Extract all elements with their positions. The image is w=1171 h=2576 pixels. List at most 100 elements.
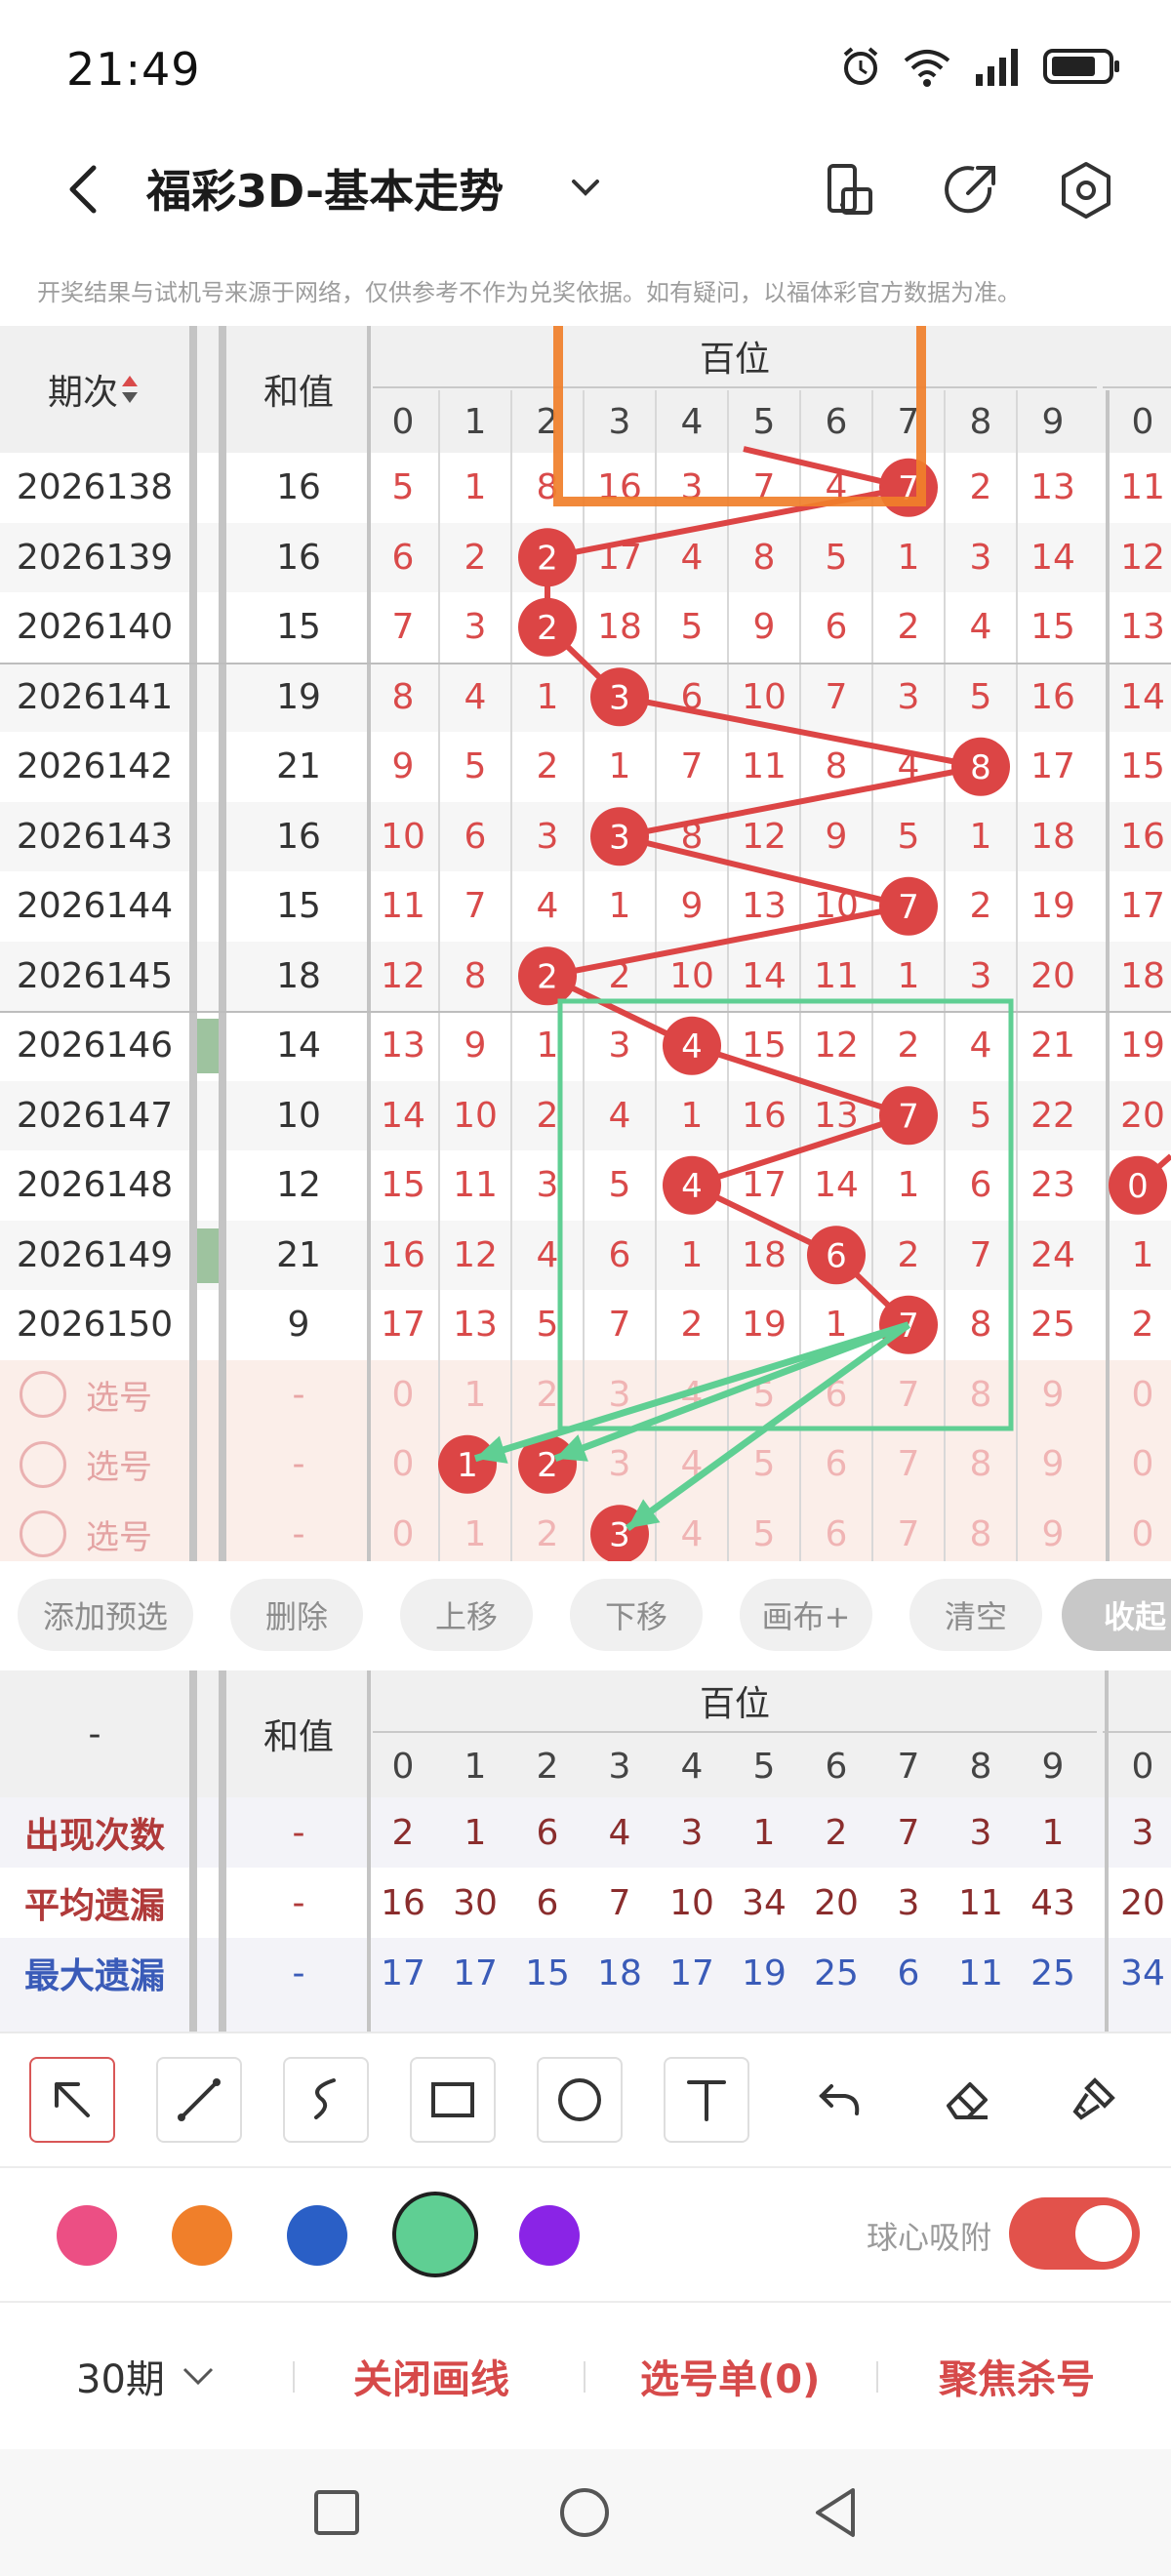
blue-swatch[interactable] xyxy=(287,2205,347,2266)
eraser-tool[interactable] xyxy=(925,2057,1011,2143)
green-swatch-selected[interactable] xyxy=(392,2192,478,2277)
stats-digit-header: 9 xyxy=(1041,1746,1065,1787)
trend-line xyxy=(691,1112,909,1188)
text-tool[interactable] xyxy=(664,2057,749,2143)
move-up-button[interactable]: 上移 xyxy=(400,1579,533,1651)
close-drawing-button[interactable]: 关闭画线 xyxy=(353,2348,509,2404)
circle-icon xyxy=(558,2078,601,2121)
recent-apps-icon[interactable] xyxy=(310,2486,363,2539)
stats-cell: 16 xyxy=(381,1882,425,1923)
alarm-icon xyxy=(843,47,878,85)
stats-cell: 6 xyxy=(897,1952,920,1993)
share-icon[interactable] xyxy=(939,158,1003,222)
cellular-signal-icon xyxy=(976,49,1018,86)
stats-cell: 10 xyxy=(669,1882,714,1923)
action-button-bar: 添加预选 删除 上移 下移 画布+ 清空 收起 xyxy=(0,1561,1171,1669)
number-ball-label: 4 xyxy=(681,1027,703,1067)
stats-digit-header: 2 xyxy=(536,1746,559,1787)
chevron-down-icon[interactable] xyxy=(564,166,607,209)
collapse-button[interactable]: 收起 xyxy=(1062,1579,1171,1651)
number-ball-label: 7 xyxy=(898,1097,919,1136)
trend-line xyxy=(619,833,909,909)
arrow-line[interactable] xyxy=(553,1321,910,1463)
stats-cell: 11 xyxy=(958,1882,1003,1923)
brush-clear-tool[interactable] xyxy=(1050,2057,1136,2143)
trend-line xyxy=(546,903,909,980)
stats-row: 出现次数 -2 1 6 4 3 1 2 7 3 1 3 xyxy=(0,1797,1171,1868)
stats-cell: 2 xyxy=(825,1812,848,1853)
undo-tool[interactable] xyxy=(796,2057,882,2143)
add-preselect-button[interactable]: 添加预选 xyxy=(18,1579,193,1651)
number-ball-label: 0 xyxy=(1127,1167,1149,1206)
stats-cell: 34 xyxy=(742,1882,787,1923)
stats-cell: 19 xyxy=(742,1952,787,1993)
stats-cell: 3 xyxy=(969,1812,992,1853)
number-ball-label: 3 xyxy=(609,1515,630,1554)
line-tool[interactable] xyxy=(156,2057,242,2143)
stats-digit-header: 1 xyxy=(464,1746,487,1787)
stats-cell: 17 xyxy=(669,1952,714,1993)
stats-cell: 3 xyxy=(897,1882,920,1923)
stats-header: - 和值 百位 0 1 2 3 4 5 6 7 8 9 0 xyxy=(0,1670,1171,1797)
stats-cell: 15 xyxy=(525,1952,570,1993)
stats-label: 出现次数 xyxy=(23,1816,165,1856)
clear-button[interactable]: 清空 xyxy=(909,1579,1042,1651)
stats-cell: 25 xyxy=(814,1952,859,1993)
rectangle-icon xyxy=(431,2082,474,2117)
back-arrow-icon[interactable] xyxy=(57,160,115,219)
stats-cell: 30 xyxy=(453,1882,498,1923)
line-icon xyxy=(178,2078,221,2121)
bottom-action-bar: 30期 关闭画线 选号单(0) 聚焦杀号 xyxy=(0,2301,1171,2447)
stats-cell: 11 xyxy=(958,1952,1003,1993)
curve-tool[interactable] xyxy=(283,2057,369,2143)
stats-label: 最大遗漏 xyxy=(23,1956,165,1996)
disclaimer-text: 开奖结果与试机号来源于网络，仅供参考不作为兑奖依据。如有疑问，以福体彩官方数据为… xyxy=(37,279,1021,306)
stats-cell: 17 xyxy=(381,1952,425,1993)
snap-to-center-toggle[interactable] xyxy=(1009,2197,1140,2270)
arrow-line[interactable] xyxy=(473,1321,910,1463)
stats-cell: 43 xyxy=(1030,1882,1075,1923)
stats-table: - 和值 百位 01234567890 出现次数 -2 1 6 4 3 1 2 7 3 1 3 平均遗漏… xyxy=(0,1670,1171,2032)
number-ball-label: 7 xyxy=(898,888,919,927)
stats-cell: 17 xyxy=(453,1952,498,1993)
pink-swatch[interactable] xyxy=(57,2205,117,2266)
stats-cell: 4 xyxy=(608,1812,631,1853)
pointer-tool[interactable] xyxy=(29,2057,115,2143)
home-icon[interactable] xyxy=(556,2484,613,2541)
freehand-icon xyxy=(314,2078,336,2119)
color-picker-bar: 球心吸附 xyxy=(0,2166,1171,2299)
stats-cell: 34 xyxy=(1120,1952,1165,1993)
stats-cell: 25 xyxy=(1030,1952,1075,1993)
stats-digit-header: 8 xyxy=(969,1746,992,1787)
stats-sum-header: 和值 xyxy=(262,1717,334,1757)
move-down-button[interactable]: 下移 xyxy=(570,1579,703,1651)
stats-digit-header: 0 xyxy=(1131,1746,1154,1787)
status-icons xyxy=(839,45,1122,88)
back-icon[interactable] xyxy=(808,2484,865,2541)
stats-digit-header: 5 xyxy=(752,1746,776,1787)
orange-swatch[interactable] xyxy=(172,2205,232,2266)
number-ball-label: 4 xyxy=(681,1167,703,1206)
number-ball-label: 3 xyxy=(609,818,630,857)
stats-cell: 3 xyxy=(1131,1812,1154,1853)
stats-cell: 1 xyxy=(1041,1812,1065,1853)
circle-tool[interactable] xyxy=(537,2057,623,2143)
delete-button[interactable]: 删除 xyxy=(230,1579,363,1651)
rectangle-tool[interactable] xyxy=(410,2057,496,2143)
purple-swatch[interactable] xyxy=(519,2205,580,2266)
focus-kill-button[interactable]: 聚焦杀号 xyxy=(939,2348,1095,2404)
brush-icon xyxy=(1072,2077,1115,2120)
arrow-cursor-icon xyxy=(55,2082,90,2117)
drawing-overlay[interactable]: 72238372474670123 xyxy=(0,326,1171,1561)
stats-cell: 1 xyxy=(752,1812,776,1853)
canvas-plus-button[interactable]: 画布+ xyxy=(740,1579,872,1651)
number-ball-label: 2 xyxy=(537,609,558,648)
period-selector[interactable]: 30期 xyxy=(76,2348,218,2404)
screen-rotate-icon[interactable] xyxy=(818,158,882,222)
system-navigation-bar xyxy=(0,2449,1171,2576)
stats-cell: 3 xyxy=(680,1812,704,1853)
status-bar: 21:49 xyxy=(0,0,1171,137)
settings-icon[interactable] xyxy=(1054,158,1118,222)
pick-list-button[interactable]: 选号单(0) xyxy=(640,2348,820,2404)
trend-line xyxy=(619,763,982,840)
